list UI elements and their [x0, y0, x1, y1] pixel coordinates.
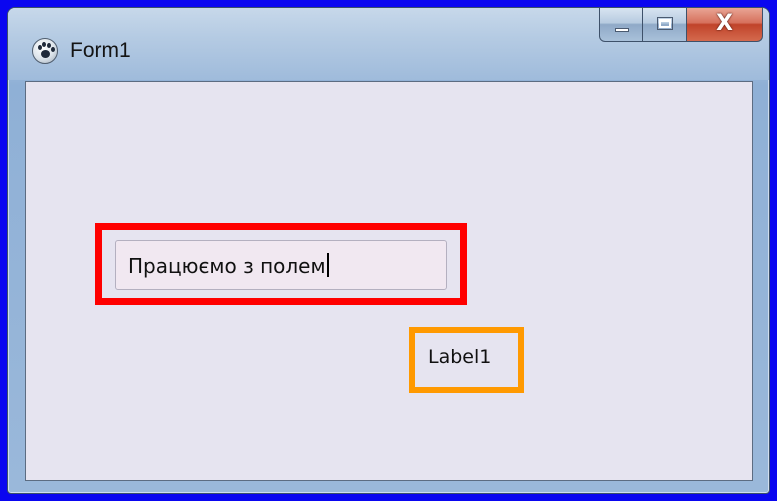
title-bar[interactable]: Form1 X	[8, 8, 769, 80]
window-title: Form1	[70, 39, 131, 62]
edit-field[interactable]: Працюємо з полем	[115, 240, 447, 290]
close-icon: X	[716, 11, 733, 36]
maximize-button[interactable]	[643, 8, 687, 42]
close-button[interactable]: X	[687, 8, 763, 42]
edit-field-value: Працюємо з полем	[128, 254, 326, 278]
maximize-icon	[657, 17, 673, 30]
minimize-icon	[615, 28, 629, 32]
paw-icon[interactable]	[32, 38, 58, 64]
label1: Label1	[428, 346, 492, 368]
caption-buttons: X	[599, 8, 763, 48]
minimize-button[interactable]	[599, 8, 643, 42]
text-caret	[326, 253, 329, 277]
